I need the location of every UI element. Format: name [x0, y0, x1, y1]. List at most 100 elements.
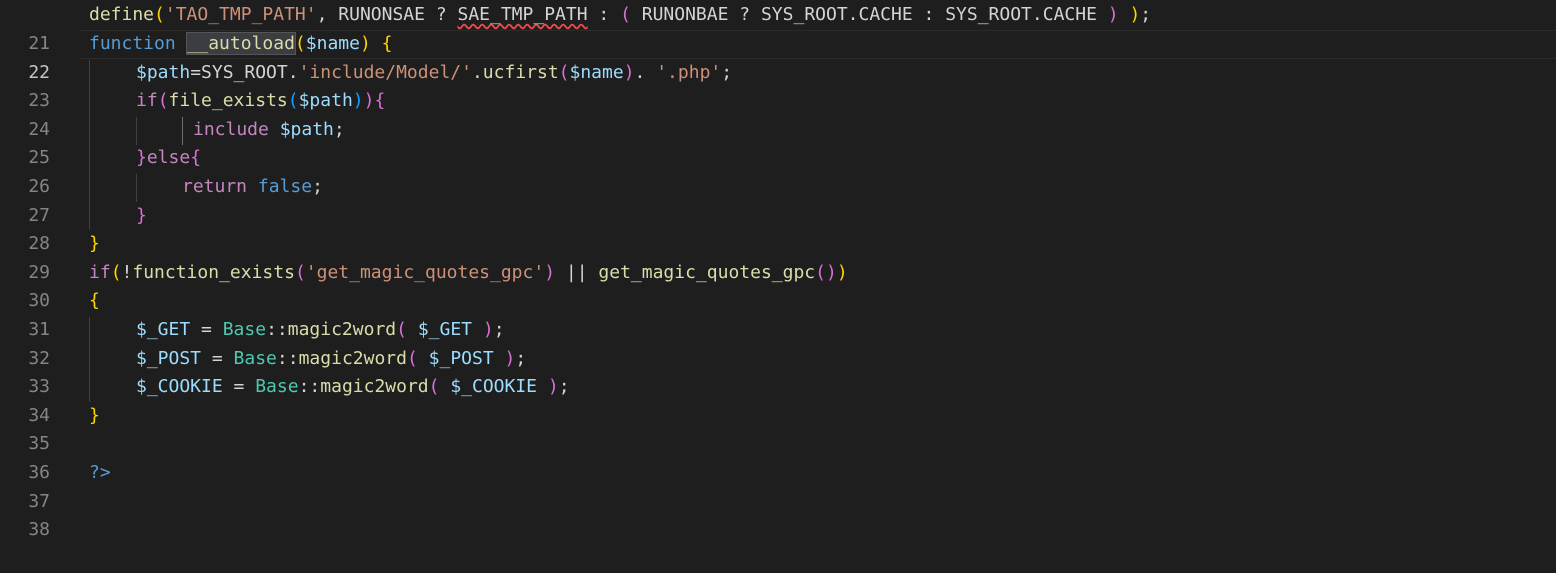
- token-bracket: {: [190, 147, 202, 169]
- token-bracket: ): [482, 319, 494, 340]
- token-string: 'get_magic_quotes_gpc': [305, 261, 545, 283]
- code-text[interactable]: }: [89, 402, 100, 431]
- token-bracket: (: [294, 261, 306, 283]
- code-line-34[interactable]: 34 $_COOKIE = Base::magic2word( $_COOKIE…: [0, 373, 1556, 426]
- token-string: 'include/Model/': [298, 61, 472, 83]
- token-op: ::: [298, 376, 321, 398]
- token-bracket: ): [836, 261, 848, 283]
- token-bracket: {: [89, 290, 100, 312]
- token-keyword: false: [257, 176, 313, 197]
- line-number: 38: [28, 519, 50, 541]
- code-editor[interactable]: 21 define('TAO_TMP_PATH', RUNONSAE ? SAE…: [0, 0, 1556, 540]
- token-variable: $name: [569, 61, 624, 83]
- token-op: =: [190, 319, 223, 340]
- token-op: ||: [555, 261, 599, 283]
- code-text[interactable]: include $path;: [193, 116, 345, 145]
- token-function-call: magic2word: [287, 319, 397, 340]
- code-line-26[interactable]: 26 }else{: [0, 144, 1556, 197]
- token-plain: =SYS_ROOT.: [190, 61, 299, 83]
- token-variable: $path: [136, 61, 191, 83]
- token-function-call: file_exists: [168, 90, 288, 112]
- token-variable: $_POST: [136, 347, 202, 369]
- token-punct: ,: [316, 4, 339, 25]
- token-bracket: }: [136, 147, 147, 169]
- code-text[interactable]: function __autoload($name) {: [89, 30, 392, 59]
- token-op: =: [201, 347, 234, 369]
- token-function-call: ucfirst: [482, 61, 559, 83]
- token-op: :: [587, 4, 621, 25]
- code-line-38[interactable]: 38: [0, 488, 1556, 540]
- code-text[interactable]: $_POST = Base::magic2word( $_POST );: [136, 345, 526, 374]
- token-bracket: ): [1129, 4, 1141, 25]
- code-line-31[interactable]: 31 {: [0, 287, 1556, 340]
- code-text[interactable]: $_COOKIE = Base::magic2word( $_COOKIE );: [136, 373, 570, 402]
- token-op: ::: [266, 319, 288, 340]
- token-function-call: define: [89, 4, 155, 25]
- token-bracket: }: [136, 204, 147, 226]
- token-variable: $path: [279, 118, 334, 140]
- code-text[interactable]: if(!function_exists('get_magic_quotes_gp…: [89, 259, 848, 288]
- token-constant: RUNONSAE: [338, 4, 425, 25]
- code-line-25[interactable]: 25 include $path;: [0, 116, 1556, 169]
- code-text[interactable]: $_GET = Base::magic2word( $_GET );: [136, 316, 505, 345]
- token-bracket: {: [381, 33, 393, 54]
- token-function-name-highlighted[interactable]: __autoload: [185, 32, 296, 55]
- token-bracket: ): [359, 33, 371, 54]
- code-line-29[interactable]: 29 }: [0, 230, 1556, 283]
- code-line-32[interactable]: 32 $_GET = Base::magic2word( $_GET );: [0, 316, 1556, 369]
- token-variable: $path: [298, 90, 353, 112]
- token-php-close-tag: ?>: [89, 462, 111, 483]
- code-text[interactable]: if(file_exists($path)){: [136, 87, 385, 116]
- code-line-24[interactable]: 24 if(file_exists($path)){: [0, 87, 1556, 140]
- token-bracket: (: [110, 261, 122, 283]
- code-text[interactable]: define('TAO_TMP_PATH', RUNONSAE ? SAE_TM…: [89, 1, 1151, 30]
- code-line-23[interactable]: 23 $path=SYS_ROOT.'include/Model/'.ucfir…: [0, 59, 1556, 112]
- token-function-call: magic2word: [320, 376, 429, 398]
- token-punct: ;: [721, 61, 733, 83]
- token-constant-error[interactable]: SAE_TMP_PATH: [458, 4, 588, 25]
- token-punct: ;: [312, 176, 323, 197]
- code-line-35[interactable]: 35 }: [0, 402, 1556, 455]
- token-variable: $_COOKIE: [136, 376, 223, 398]
- code-text[interactable]: $path=SYS_ROOT.'include/Model/'.ucfirst(…: [136, 59, 732, 88]
- token-op: ?: [728, 4, 761, 25]
- token-keyword-control: return: [182, 176, 248, 197]
- token-bracket: ): [547, 376, 559, 398]
- code-text[interactable]: return false;: [182, 173, 323, 202]
- code-text[interactable]: {: [89, 287, 100, 316]
- token-bracket: (: [154, 4, 165, 25]
- token-punct: ;: [515, 347, 527, 369]
- token-bracket: (: [428, 376, 440, 398]
- token-op: !: [121, 261, 133, 283]
- token-bracket: (: [406, 347, 418, 369]
- code-line-22[interactable]: 22 function __autoload($name) {: [0, 30, 1556, 83]
- token-bracket: ): [623, 61, 635, 83]
- token-function-call: magic2word: [298, 347, 407, 369]
- code-text[interactable]: }else{: [136, 144, 201, 173]
- code-text[interactable]: ?>: [89, 459, 111, 488]
- token-string: '.php': [656, 61, 722, 83]
- code-line-37[interactable]: 37 ?>: [0, 459, 1556, 512]
- token-bracket: (: [157, 90, 169, 112]
- code-text[interactable]: }: [89, 230, 100, 259]
- token-bracket: ): [504, 347, 516, 369]
- token-bracket: }: [89, 404, 100, 426]
- code-line-36[interactable]: 36: [0, 430, 1556, 483]
- token-punct: ;: [493, 319, 505, 340]
- code-text[interactable]: }: [136, 202, 147, 231]
- token-keyword-control: else: [146, 147, 191, 169]
- code-line-33[interactable]: 33 $_POST = Base::magic2word( $_POST );: [0, 345, 1556, 398]
- token-bracket: ): [352, 90, 364, 112]
- code-line-27[interactable]: 27 return false;: [0, 173, 1556, 226]
- token-bracket: ): [544, 261, 556, 283]
- token-keyword: function: [89, 33, 176, 54]
- code-line-21[interactable]: 21 define('TAO_TMP_PATH', RUNONSAE ? SAE…: [0, 1, 1556, 54]
- code-line-30[interactable]: 30 if(!function_exists('get_magic_quotes…: [0, 259, 1556, 312]
- code-line-28[interactable]: 28 }: [0, 202, 1556, 255]
- token-constant: RUNONBAE: [641, 4, 729, 25]
